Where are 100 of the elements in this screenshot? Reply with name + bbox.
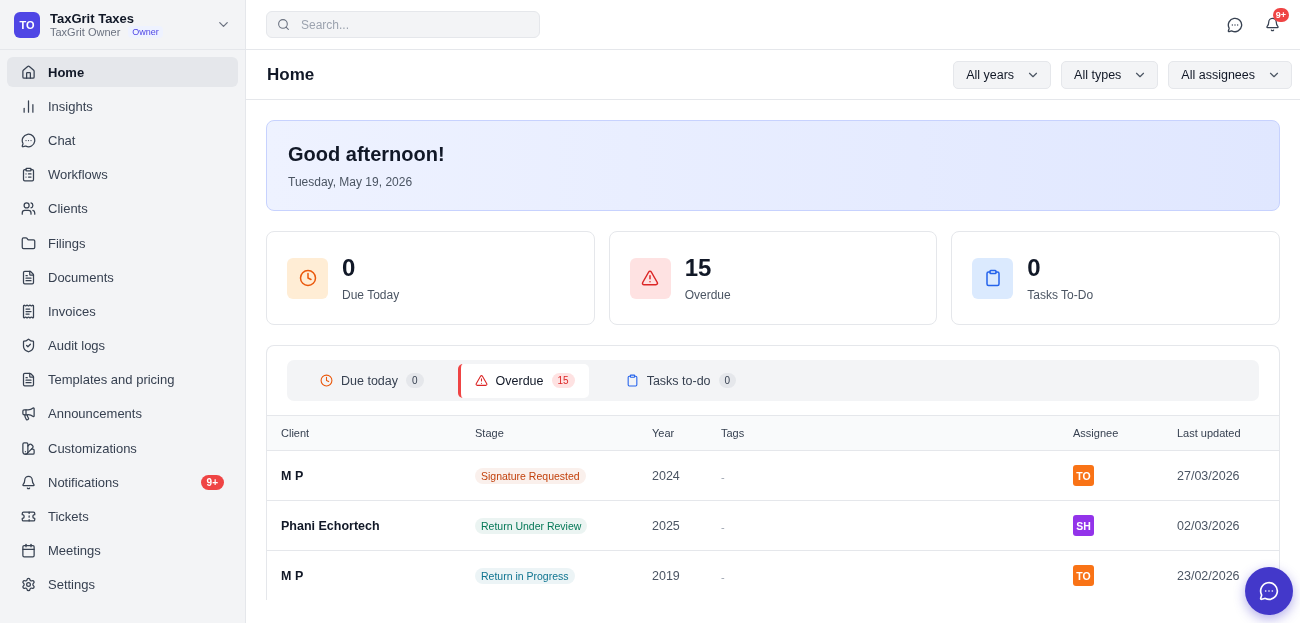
sidebar-item[interactable]: Settings [7, 569, 238, 600]
sidebar-label: Insights [48, 98, 94, 114]
sidebar-label: Chat [48, 132, 77, 148]
role-tag: Owner [128, 26, 163, 38]
sidebar-item[interactable]: Insights [7, 91, 238, 122]
stage-tag: Return in Progress [475, 567, 575, 584]
folder-icon [21, 235, 36, 251]
client-name: M P [281, 468, 305, 483]
sidebar-label: Workflows [48, 167, 109, 183]
column-header: Client [281, 427, 311, 439]
sidebar-label: Clients [48, 201, 89, 217]
greeting-date: Tuesday, May 19, 2026 [288, 175, 414, 189]
tags-cell: - [721, 570, 725, 583]
filter-dropdown[interactable]: All types [1061, 60, 1159, 89]
year-cell-text: 2024 [652, 468, 681, 483]
search-icon [277, 18, 290, 31]
clock-icon [320, 374, 333, 387]
column-header: Assignee [1073, 427, 1120, 439]
sidebar-label: Audit logs [48, 338, 107, 354]
sidebar-label: Notifications [48, 474, 120, 490]
megaphone-icon [21, 406, 36, 422]
sidebar-item[interactable]: Notifications 9+ [7, 467, 238, 498]
sidebar-item[interactable]: Chat [7, 125, 238, 156]
filter-dropdown[interactable]: All years [953, 60, 1052, 89]
sidebar-label: Home [48, 64, 86, 80]
client-name: Phani Echortech [281, 518, 381, 533]
sidebar-item[interactable]: Home [7, 57, 238, 88]
clipboard-icon [21, 167, 36, 183]
users-icon [21, 201, 36, 217]
workspace-avatar: TO [14, 11, 40, 38]
assignee-avatar: TO [1073, 465, 1094, 486]
tab[interactable]: Tasks to-do 0 [608, 363, 751, 398]
tab-count: 0 [718, 373, 737, 388]
sidebar-item[interactable]: Invoices [7, 296, 238, 327]
year-cell-text: 2019 [652, 568, 681, 583]
sidebar-item[interactable]: Templates and pricing [7, 364, 238, 395]
document-icon [21, 269, 36, 285]
stat-value: 0 [1027, 254, 1042, 282]
search-field[interactable]: Search... [266, 11, 540, 38]
swatch-icon [21, 440, 36, 456]
assignee-avatar: TO [1073, 565, 1094, 586]
tab-count: 0 [406, 373, 424, 388]
tab-count: 15 [551, 373, 575, 388]
bell-icon [21, 474, 36, 490]
stage-tag: Signature Requested [475, 467, 586, 484]
sidebar-item[interactable]: Audit logs [7, 330, 238, 361]
warning-icon [474, 374, 488, 387]
assignee-avatar: SH [1073, 515, 1094, 536]
column-header: Last updated [1177, 427, 1242, 439]
stat-value: 0 [342, 254, 357, 282]
year-cell-text: 2025 [652, 518, 681, 533]
chat-icon[interactable] [1227, 16, 1243, 33]
sidebar-item[interactable]: Customizations [7, 433, 238, 464]
date-cell-text: 02/03/2026 [1177, 518, 1241, 533]
receipt-icon [21, 303, 36, 319]
sidebar-item[interactable]: Announcements [7, 398, 238, 430]
sidebar-item[interactable]: Workflows [7, 159, 238, 190]
chat-icon [1259, 581, 1279, 601]
sidebar-label: Meetings [48, 543, 102, 559]
clipboard-icon [972, 257, 1014, 299]
chat-icon [21, 132, 36, 148]
tab[interactable]: Overdue 15 [457, 363, 589, 398]
chat-fab[interactable] [1245, 567, 1293, 615]
document-icon [21, 372, 36, 388]
page-title: Home [267, 64, 315, 85]
tab[interactable]: Due today 0 [303, 363, 438, 398]
stat-label: Overdue [684, 288, 731, 302]
tags-cell: - [721, 520, 725, 533]
sidebar-label: Announcements [48, 406, 143, 422]
stat-value: 15 [684, 254, 713, 282]
settings-icon [21, 577, 36, 593]
sidebar-label: Filings [48, 235, 87, 251]
tags-cell: - [721, 470, 725, 483]
greeting-title: Good afternoon! [288, 143, 446, 166]
sidebar-item[interactable]: Meetings [7, 535, 238, 566]
user-name: TaxGrit Owner [50, 26, 121, 38]
sidebar-item[interactable]: Tickets [7, 501, 238, 532]
ticket-icon [21, 509, 36, 525]
clipboard-icon [625, 374, 639, 387]
workspace-name: TaxGrit Taxes [50, 11, 136, 26]
calendar-icon [21, 543, 36, 559]
sidebar-label: Tickets [48, 509, 90, 525]
column-header: Year [652, 427, 676, 439]
column-header: Tags [721, 427, 746, 439]
home-icon [21, 64, 36, 80]
stage-tag: Return Under Review [475, 517, 588, 534]
sidebar-label: Templates and pricing [48, 372, 176, 388]
bell-icon[interactable] [1265, 17, 1280, 32]
sidebar-item[interactable]: Clients [7, 193, 238, 224]
bar-chart-icon [21, 98, 36, 114]
shield-icon [21, 338, 36, 354]
sidebar-item[interactable]: Filings [7, 227, 238, 259]
filter-dropdown[interactable]: All assignees [1168, 60, 1292, 89]
clock-icon [287, 257, 328, 299]
client-name: M P [281, 568, 305, 583]
sidebar-item[interactable]: Documents [7, 262, 238, 293]
date-cell-text: 23/02/2026 [1177, 568, 1241, 583]
sidebar-label: Documents [48, 269, 115, 285]
sidebar-label: Invoices [48, 303, 97, 319]
date-cell-text: 27/03/2026 [1177, 468, 1241, 483]
